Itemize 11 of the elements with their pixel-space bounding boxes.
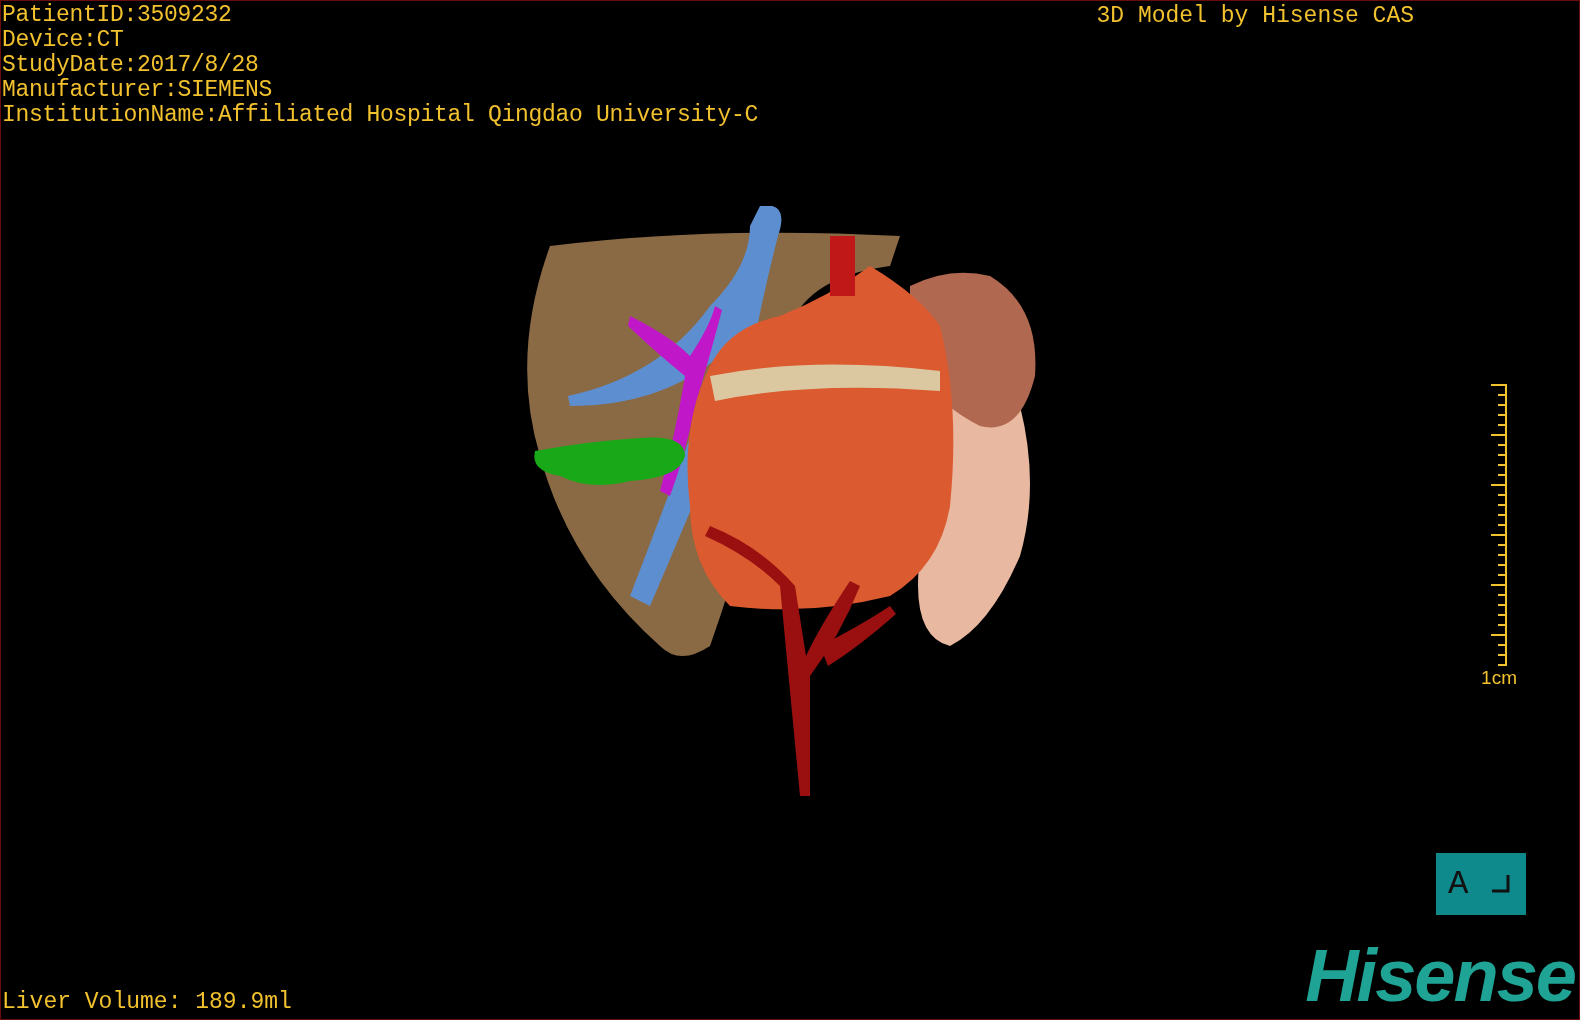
orientation-button[interactable]: A <box>1436 853 1526 915</box>
brand-logo: Hisense <box>1305 941 1575 1019</box>
liver-volume-text: Liver Volume: 189.9ml <box>1 990 292 1017</box>
viewer-title: 3D Model by Hisense CAS <box>1096 4 1414 29</box>
corner-icon <box>1490 873 1513 895</box>
scale-label: 1cm <box>1481 667 1517 689</box>
patient-info-line: Manufacturer:SIEMENS <box>2 78 274 103</box>
patient-info-line: Device:CT <box>2 28 125 53</box>
patient-info-line: PatientID:3509232 <box>2 3 233 28</box>
patient-info-line: StudyDate:2017/8/28 <box>2 53 260 78</box>
patient-info-line: InstitutionName:Affiliated Hospital Qingdao University-C <box>2 103 759 128</box>
